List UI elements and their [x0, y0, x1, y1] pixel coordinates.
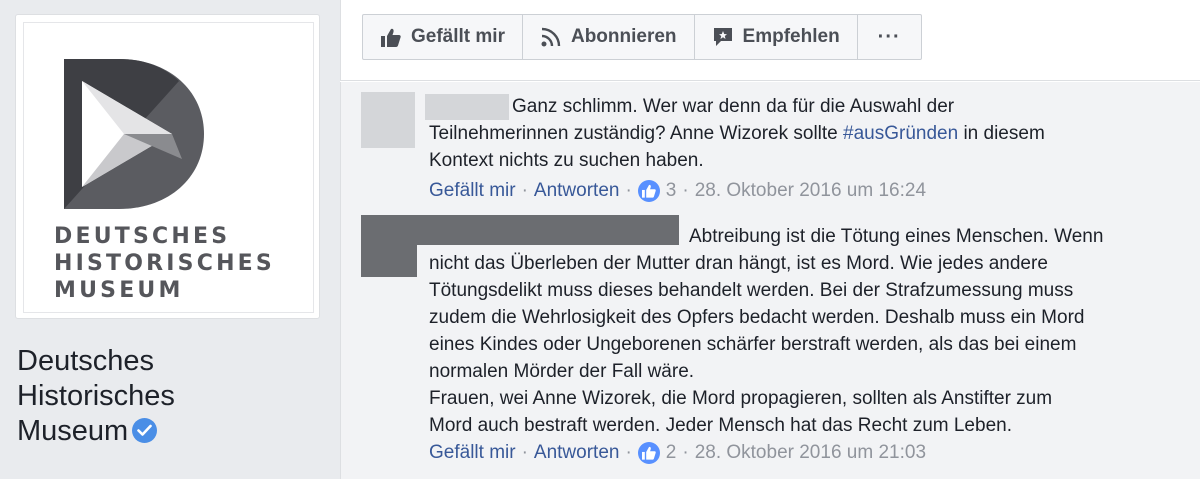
comment-body: Ganz schlimm. Wer war denn da für die Au… [429, 96, 1045, 171]
comments-section: Ganz schlimm. Wer war denn da für die Au… [340, 82, 1200, 479]
left-column: DEUTSCHES HISTORISCHES MUSEUM Deutsches … [0, 0, 340, 479]
page-name[interactable]: Deutsches Historisches Museum [17, 344, 175, 449]
page-name-line[interactable]: Historisches [17, 379, 175, 414]
comment-timestamp[interactable]: 28. Oktober 2016 um 16:24 [695, 180, 926, 202]
comment-body: Abtreibung ist die Tötung eines Menschen… [429, 226, 1104, 436]
recommend-page-button[interactable]: Empfehlen [695, 15, 858, 59]
comment-avatar-redacted[interactable] [361, 215, 417, 277]
like-page-button[interactable]: Gefällt mir [363, 15, 523, 59]
like-count[interactable]: 3 [666, 180, 677, 202]
comment-avatar-redacted[interactable] [361, 92, 415, 148]
profile-picture[interactable]: DEUTSCHES HISTORISCHES MUSEUM [23, 22, 314, 313]
profile-picture-card[interactable]: DEUTSCHES HISTORISCHES MUSEUM [15, 14, 320, 319]
recommend-speech-bubble-icon [713, 28, 732, 46]
more-dots-icon: ··· [877, 25, 901, 48]
comment-meta: Gefällt mir · Antworten · 2 · 28. Oktobe… [429, 442, 927, 464]
page-name-line-last[interactable]: Museum [17, 414, 175, 449]
more-options-button[interactable]: ··· [858, 15, 921, 59]
comment-like-link[interactable]: Gefällt mir [429, 180, 516, 202]
museum-logo-icon [64, 59, 204, 209]
page-action-bar: Gefällt mir Abonnieren Empfehlen ··· [340, 0, 1200, 81]
hashtag-link[interactable]: #ausGründen [843, 123, 958, 144]
right-column: Gefällt mir Abonnieren Empfehlen ··· Gan… [340, 0, 1200, 479]
like-count[interactable]: 2 [666, 442, 677, 464]
comment-meta: Gefällt mir · Antworten · 3 · 28. Oktobe… [429, 180, 927, 202]
museum-logo-wordmark: DEUTSCHES HISTORISCHES MUSEUM [54, 224, 275, 303]
comment-reply-link[interactable]: Antworten [534, 442, 620, 464]
like-count-icon [637, 442, 660, 464]
comment-like-link[interactable]: Gefällt mir [429, 442, 516, 464]
rss-follow-icon [541, 27, 561, 47]
like-count-icon [637, 180, 660, 202]
verified-badge-icon [132, 417, 158, 443]
comment-timestamp[interactable]: 28. Oktober 2016 um 21:03 [695, 442, 926, 464]
action-button-group: Gefällt mir Abonnieren Empfehlen ··· [362, 14, 922, 60]
page-name-line[interactable]: Deutsches [17, 344, 175, 379]
thumbs-up-icon [381, 28, 401, 47]
follow-page-button[interactable]: Abonnieren [523, 15, 695, 59]
comment-reply-link[interactable]: Antworten [534, 180, 620, 202]
